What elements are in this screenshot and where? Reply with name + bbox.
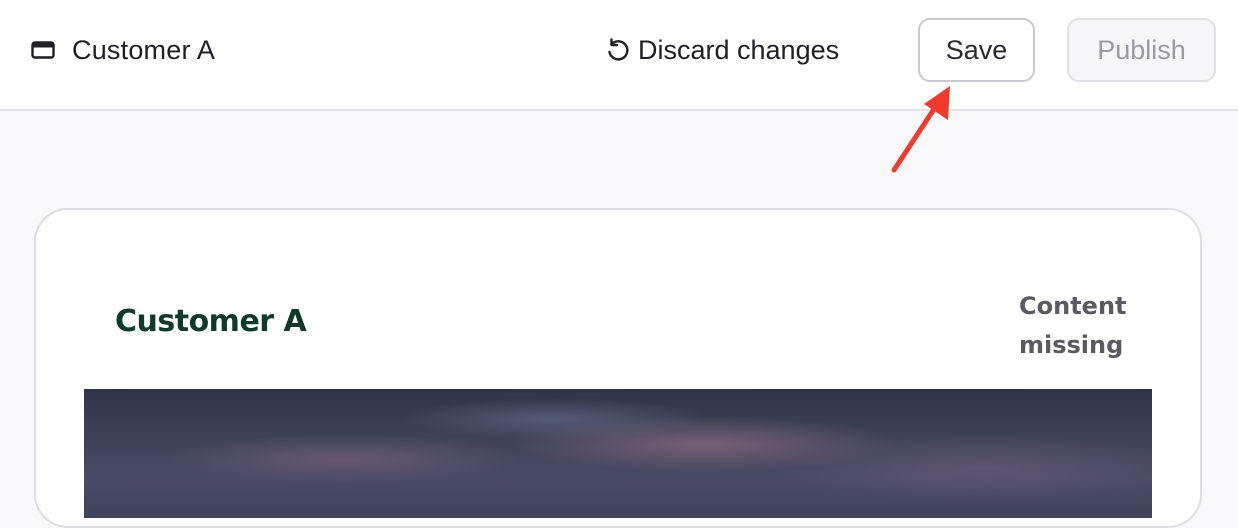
discard-changes-button[interactable]: Discard changes [604,28,839,72]
content-preview: Customer A Content missing [84,258,1152,518]
status-line-2: missing [1019,331,1124,359]
content-missing-status: Content missing [1019,287,1139,365]
page-title: Customer A [72,34,216,65]
status-line-1: Content [1019,292,1127,320]
red-arrow-icon [880,82,960,179]
publish-button[interactable]: Publish [1067,18,1216,82]
top-bar: Customer A Discard changes Save Publish [0,0,1238,111]
preview-title: Customer A [115,304,307,339]
save-button[interactable]: Save [918,18,1035,82]
preview-header: Customer A Content missing [84,258,1152,389]
discard-changes-label: Discard changes [638,34,840,65]
hero-image [84,389,1152,518]
page-title-group: Customer A [31,30,215,70]
browser-window-icon [31,40,55,60]
undo-icon [604,36,632,64]
